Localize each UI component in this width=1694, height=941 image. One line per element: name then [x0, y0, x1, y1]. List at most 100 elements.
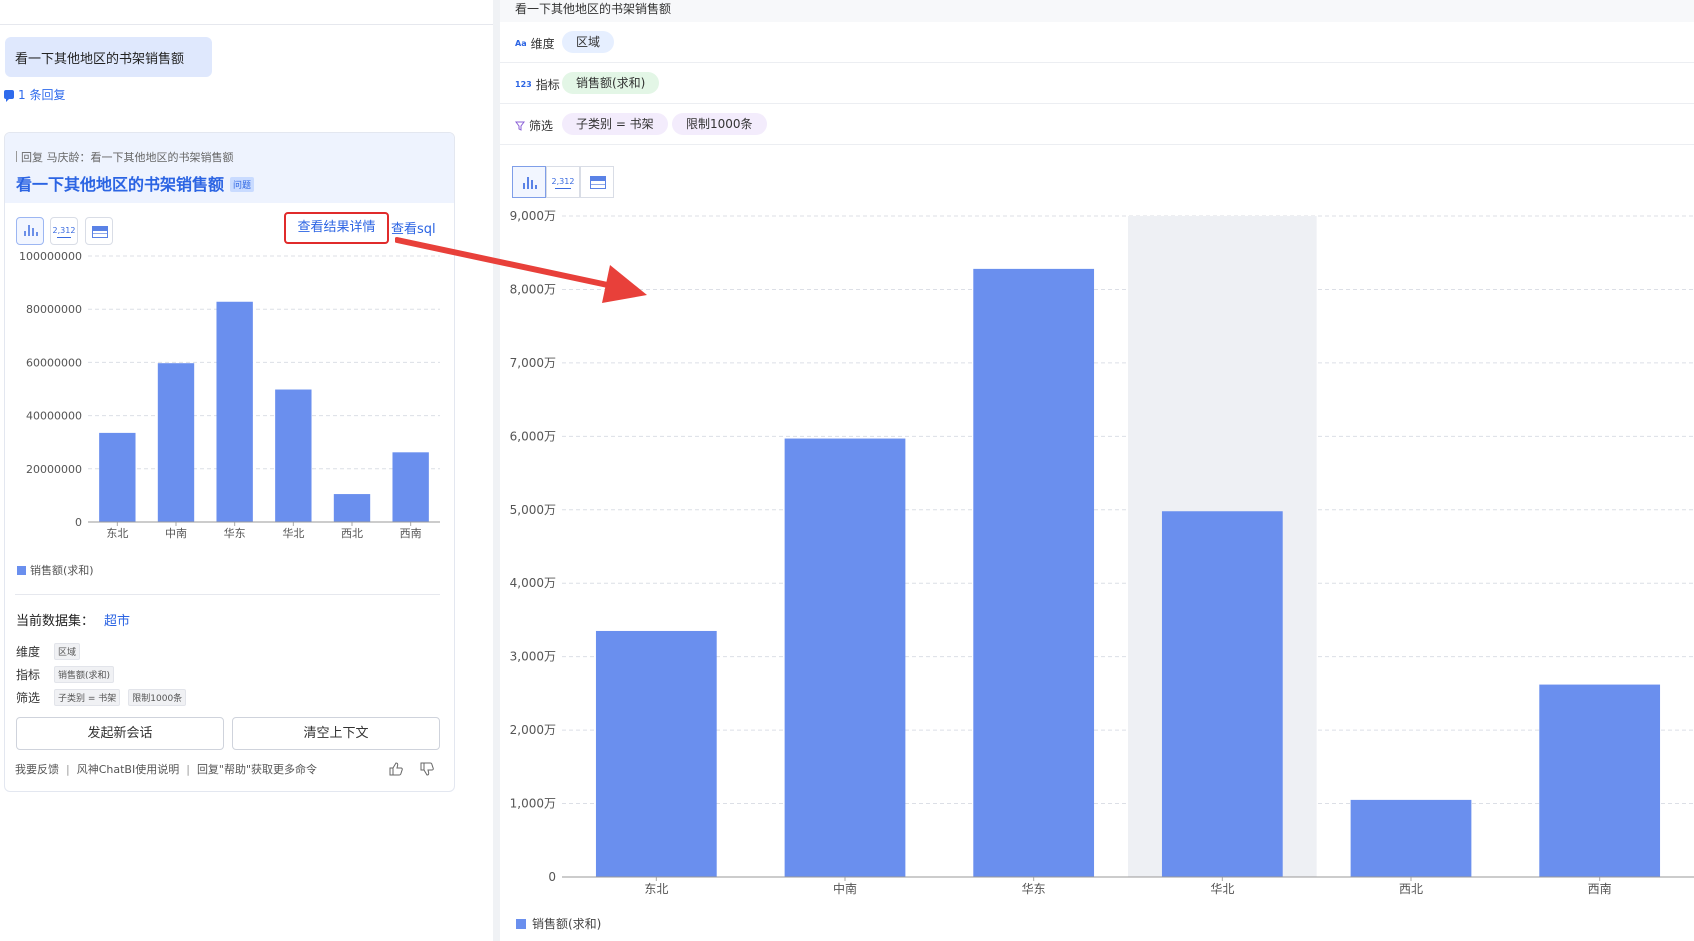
y-tick-label: 7,000万	[510, 356, 556, 370]
large-bar-chart: 0 1,000万 2,000万 3,000万 4,000万 5,000万 6,000万 7,0…	[510, 209, 1694, 896]
small-chart-legend[interactable]: 销售额(求和)	[17, 562, 94, 578]
dimension-pill[interactable]: 区域	[562, 31, 615, 53]
dataset-link[interactable]: 超市	[104, 614, 130, 629]
bar-chart-view-button[interactable]	[16, 217, 44, 245]
bar-华北	[275, 389, 312, 522]
dimension-tag: 区域	[54, 643, 81, 660]
bar-chart-view-button[interactable]	[512, 166, 546, 198]
dimension-condition-row: Aa 维度 区域	[500, 22, 1694, 63]
clear-context-button[interactable]: 清空上下文	[232, 717, 440, 750]
y-tick-label: 6,000万	[510, 429, 556, 443]
number-card-view-button[interactable]: 2,312	[546, 166, 580, 198]
x-tick-label: 华东	[1022, 882, 1046, 896]
dataset-label: 当前数据集：	[16, 614, 95, 629]
dimension-label: 维度	[530, 37, 555, 51]
metric-pill[interactable]: 销售额(求和)	[562, 72, 660, 94]
x-tick-label: 西北	[1399, 882, 1423, 896]
x-tick-label: 东北	[644, 882, 668, 896]
bar-西北	[333, 494, 371, 522]
bar-中南	[157, 363, 195, 522]
table-view-button[interactable]	[580, 166, 614, 198]
view-result-details-link[interactable]: 查看结果详情	[284, 212, 389, 244]
question-badge: 问题	[230, 177, 255, 192]
question-title-text: 看一下其他地区的书架销售额	[16, 175, 225, 194]
y-tick-label: 0	[75, 516, 82, 529]
y-tick-label: 2,000万	[510, 723, 556, 737]
view-sql-link[interactable]: 查看sql	[391, 218, 436, 237]
y-tick-label: 60000000	[26, 356, 82, 369]
filter-key: 筛选	[515, 117, 553, 134]
footer-links: 我要反馈 | 风神ChatBI使用说明 | 回复"帮助"获取更多命令	[15, 763, 318, 776]
divider	[15, 594, 440, 595]
reply-to-text: 回复 马庆龄：看一下其他地区的书架销售额	[16, 149, 234, 165]
number-card-view-button[interactable]: 2,312	[50, 217, 78, 245]
bar-华东	[973, 268, 1095, 877]
dimension-icon: Aa	[515, 39, 527, 48]
bar-中南	[784, 438, 906, 877]
y-tick-label: 0	[548, 870, 556, 884]
table-view-button[interactable]	[85, 217, 113, 245]
new-session-button[interactable]: 发起新会话	[16, 717, 224, 750]
detail-title: 看一下其他地区的书架销售额	[515, 2, 672, 16]
y-tick-label: 4,000万	[510, 576, 556, 590]
thumbs-down-icon[interactable]	[420, 762, 434, 776]
help-command-link[interactable]: 回复"帮助"获取更多命令	[197, 763, 317, 776]
table-icon	[590, 176, 606, 189]
question-title: 看一下其他地区的书架销售额 问题	[16, 171, 255, 195]
bar-华北	[1161, 511, 1283, 877]
metric-icon: 123	[515, 80, 532, 89]
feedback-link[interactable]: 我要反馈	[15, 763, 59, 776]
x-tick-label: 西南	[400, 527, 422, 540]
metric-key: 123 指标	[515, 76, 560, 93]
thumbs-up-icon[interactable]	[389, 762, 403, 776]
filter-label: 筛选	[529, 119, 554, 133]
reply-count-label: 1 条回复	[18, 88, 66, 102]
dataset-line: 当前数据集： 超市	[16, 610, 130, 629]
panel-divider[interactable]	[493, 0, 500, 941]
legend-swatch	[516, 918, 526, 929]
dimension-row: 维度 区域	[16, 643, 88, 660]
large-chart-legend[interactable]: 销售额(求和)	[516, 915, 601, 932]
x-tick-label: 中南	[165, 527, 187, 540]
x-tick-label: 华北	[282, 526, 304, 540]
y-tick-label: 20000000	[26, 463, 82, 476]
y-tick-label: 40000000	[26, 410, 82, 423]
filter-pill[interactable]: 子类别 = 书架	[562, 113, 668, 135]
app-root: 看一下其他地区的书架销售额 1 条回复 回复 马庆龄：看一下其他地区的书架销售额…	[0, 0, 1694, 941]
number-card-icon: 2,312	[547, 177, 579, 189]
metric-row: 指标 销售额(求和)	[16, 666, 122, 683]
comment-icon	[4, 90, 14, 102]
x-tick-label: 东北	[106, 527, 128, 540]
reply-count-link[interactable]: 1 条回复	[4, 86, 65, 103]
x-tick-label: 华北	[1210, 882, 1234, 896]
y-tick-label: 80000000	[26, 303, 82, 316]
legend-label: 销售额(求和)	[532, 917, 602, 931]
dimension-label: 维度	[16, 645, 41, 659]
bar-chart-icon	[523, 177, 537, 189]
filter-pill[interactable]: 限制1000条	[672, 113, 767, 135]
legend-swatch	[17, 565, 26, 575]
filter-tag: 限制1000条	[128, 689, 187, 706]
user-message-bubble: 看一下其他地区的书架销售额	[5, 37, 212, 77]
x-tick-label: 西南	[1588, 881, 1612, 896]
y-tick-label: 3,000万	[510, 650, 556, 664]
filter-label: 筛选	[16, 691, 41, 705]
usage-guide-link[interactable]: 风神ChatBI使用说明	[77, 763, 180, 776]
number-card-icon: 2,312	[52, 226, 76, 238]
bar-东北	[99, 432, 136, 522]
answer-card-header: 回复 马庆龄：看一下其他地区的书架销售额 看一下其他地区的书架销售额 问题	[5, 133, 454, 203]
metric-label: 指标	[16, 668, 41, 682]
detail-title-bar: 看一下其他地区的书架销售额	[500, 0, 1694, 22]
result-detail-panel: 看一下其他地区的书架销售额 Aa 维度 区域 123 指标 销售额(求和) 筛选…	[500, 0, 1694, 941]
filter-tag: 子类别 = 书架	[54, 689, 121, 706]
bar-西南	[1539, 684, 1661, 877]
y-tick-label: 5,000万	[510, 503, 556, 517]
y-tick-label: 100000000	[19, 252, 82, 263]
x-tick-label: 中南	[833, 881, 857, 896]
filter-row: 筛选 子类别 = 书架 限制1000条	[16, 689, 194, 706]
x-tick-label: 西北	[341, 527, 363, 540]
bar-西南	[392, 452, 429, 522]
small-bar-chart: 0 20000000 40000000 60000000 80000000 1000000…	[19, 252, 440, 540]
table-icon	[92, 226, 108, 238]
bar-华东	[216, 301, 253, 522]
